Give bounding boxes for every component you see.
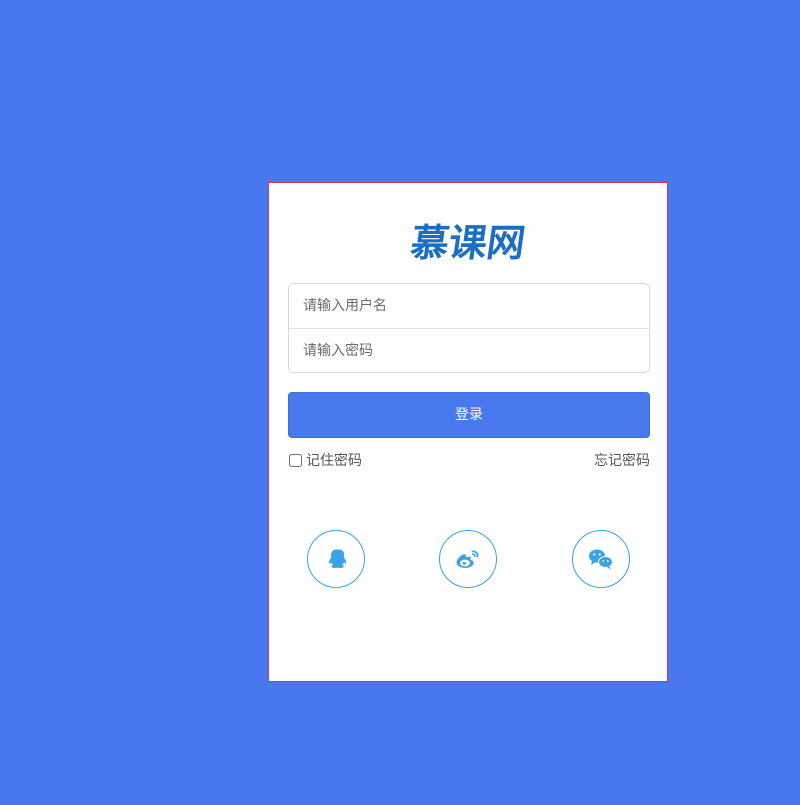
remember-label: 记住密码 bbox=[306, 453, 362, 469]
wechat-login-button[interactable] bbox=[572, 530, 630, 588]
brand-logo: 慕课网 bbox=[407, 221, 529, 265]
weibo-icon bbox=[454, 547, 482, 571]
login-card: 慕课网 登录 记住密码 忘记密码 bbox=[268, 182, 668, 682]
weibo-login-button[interactable] bbox=[439, 530, 497, 588]
username-input[interactable] bbox=[289, 284, 649, 328]
remember-checkbox[interactable] bbox=[289, 453, 302, 467]
options-row: 记住密码 忘记密码 bbox=[289, 450, 650, 470]
login-button[interactable]: 登录 bbox=[288, 392, 650, 438]
remember-me[interactable]: 记住密码 bbox=[289, 450, 362, 470]
forgot-password-link[interactable]: 忘记密码 bbox=[594, 450, 650, 470]
qq-icon bbox=[324, 547, 348, 571]
wechat-icon bbox=[587, 547, 615, 571]
credentials-group bbox=[288, 283, 650, 373]
password-input[interactable] bbox=[289, 329, 649, 372]
qq-login-button[interactable] bbox=[307, 530, 365, 588]
